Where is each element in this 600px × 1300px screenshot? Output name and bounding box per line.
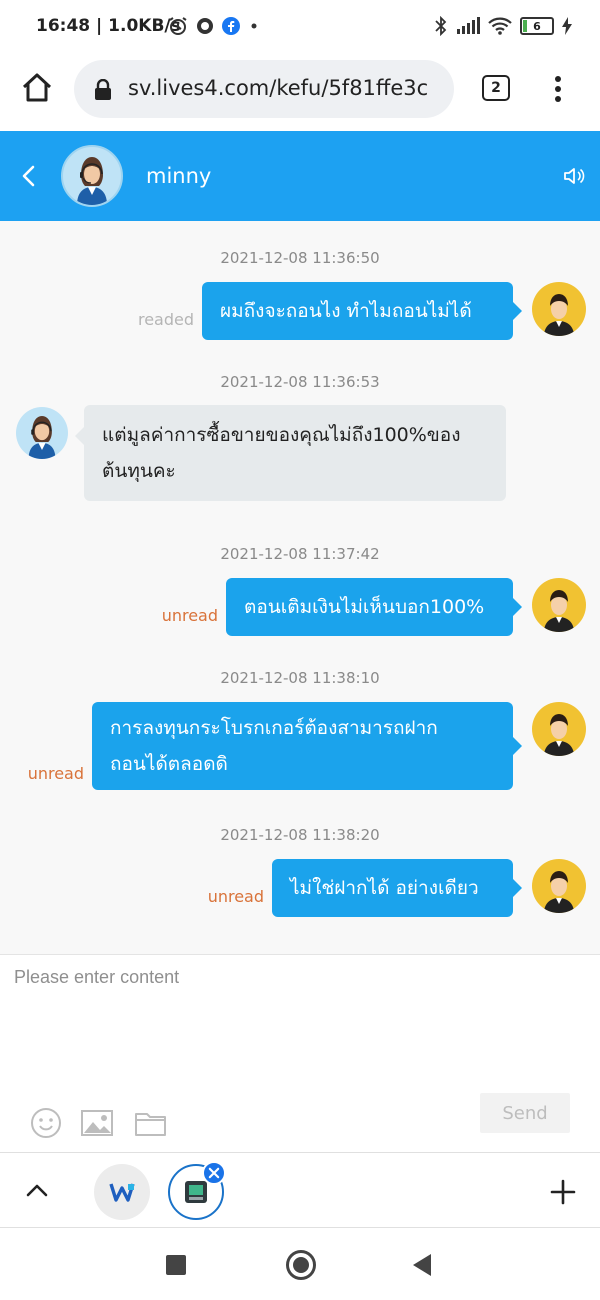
tab-thumbnail[interactable]: [94, 1164, 150, 1220]
read-status: unread: [161, 606, 218, 625]
url-text: sv.lives4.com/kefu/5f81ffe3c: [128, 76, 429, 100]
new-tab-icon[interactable]: [550, 1179, 576, 1205]
composer: Send: [0, 954, 600, 1152]
read-status: unread: [207, 887, 264, 906]
vpn-icon: [197, 18, 213, 34]
tab-count-button[interactable]: 2: [482, 75, 510, 101]
home-button[interactable]: [286, 1250, 316, 1280]
folder-icon[interactable]: [134, 1107, 168, 1139]
agent-avatar: [61, 145, 123, 207]
message-bubble[interactable]: การลงทุนกระโบรกเกอร์ต้องสามารถฝาก ถอนได้…: [92, 702, 522, 790]
message-bubble[interactable]: ผมถึงจะถอนไง ทำไมถอนไม่ได้: [202, 282, 522, 340]
bluetooth-icon: [435, 16, 447, 36]
recents-button[interactable]: [166, 1255, 186, 1275]
wifi-icon: [488, 17, 512, 35]
user-avatar: [532, 578, 586, 632]
back-icon[interactable]: [16, 161, 42, 191]
signal-icon: [457, 17, 480, 34]
system-nav-bar: [0, 1229, 600, 1300]
message-line: ถอนได้ตลอดดิ: [110, 753, 228, 775]
message-line: ต้นทุนคะ: [102, 460, 176, 482]
back-button[interactable]: [413, 1254, 431, 1276]
site-logo-icon: [109, 1183, 135, 1202]
charging-icon: [562, 17, 572, 35]
browser-toolbar: sv.lives4.com/kefu/5f81ffe3c 2: [0, 56, 600, 130]
alarm-icon: [169, 17, 187, 35]
battery-level: 6: [533, 19, 541, 33]
message-list[interactable]: 2021-12-08 11:36:50 readed ผมถึงจะถอนไง …: [0, 221, 600, 954]
lock-icon: [95, 79, 111, 100]
battery-icon: 6: [520, 17, 554, 35]
message-timestamp: 2021-12-08 11:36:50: [220, 249, 380, 267]
message-line: การลงทุนกระโบรกเกอร์ต้องสามารถฝาก: [110, 717, 438, 739]
message-bubble[interactable]: ตอนเติมเงินไม่เห็นบอก100%: [226, 578, 522, 636]
send-button[interactable]: Send: [480, 1093, 570, 1133]
status-time-speed: 16:48 | 1.0KB/s: [36, 16, 181, 36]
speaker-icon[interactable]: [562, 164, 586, 188]
user-avatar: [532, 282, 586, 336]
address-bar[interactable]: sv.lives4.com/kefu/5f81ffe3c: [74, 60, 454, 118]
emoji-icon[interactable]: [30, 1107, 64, 1139]
message-timestamp: 2021-12-08 11:36:53: [220, 373, 380, 391]
message-timestamp: 2021-12-08 11:38:10: [220, 669, 380, 687]
chat-header: minny: [0, 131, 600, 221]
read-status: unread: [27, 764, 84, 783]
message-bubble[interactable]: แต่มูลค่าการซื้อขายของคุณไม่ถึง100%ของ ต…: [75, 405, 506, 501]
tab-strip: [0, 1152, 600, 1228]
message-timestamp: 2021-12-08 11:37:42: [220, 545, 380, 563]
user-avatar: [532, 859, 586, 913]
site-logo-icon: [185, 1181, 207, 1203]
agent-name: minny: [146, 164, 212, 188]
agent-avatar: [16, 407, 68, 459]
message-timestamp: 2021-12-08 11:38:20: [220, 826, 380, 844]
read-status: readed: [137, 310, 194, 329]
more-menu-icon[interactable]: [548, 74, 568, 104]
status-bar: 16:48 | 1.0KB/s 6: [0, 0, 600, 56]
message-bubble[interactable]: ไม่ใช่ฝากได้ อย่างเดียว: [272, 859, 522, 917]
message-line: แต่มูลค่าการซื้อขายของคุณไม่ถึง100%ของ: [102, 424, 461, 446]
user-avatar: [532, 702, 586, 756]
image-icon[interactable]: [80, 1107, 114, 1139]
facebook-icon: [222, 17, 240, 35]
dot-icon: [251, 23, 257, 29]
home-icon[interactable]: [20, 71, 54, 105]
chevron-up-icon[interactable]: [24, 1179, 50, 1201]
message-input[interactable]: [14, 967, 584, 1087]
close-tab-icon[interactable]: [202, 1161, 226, 1185]
